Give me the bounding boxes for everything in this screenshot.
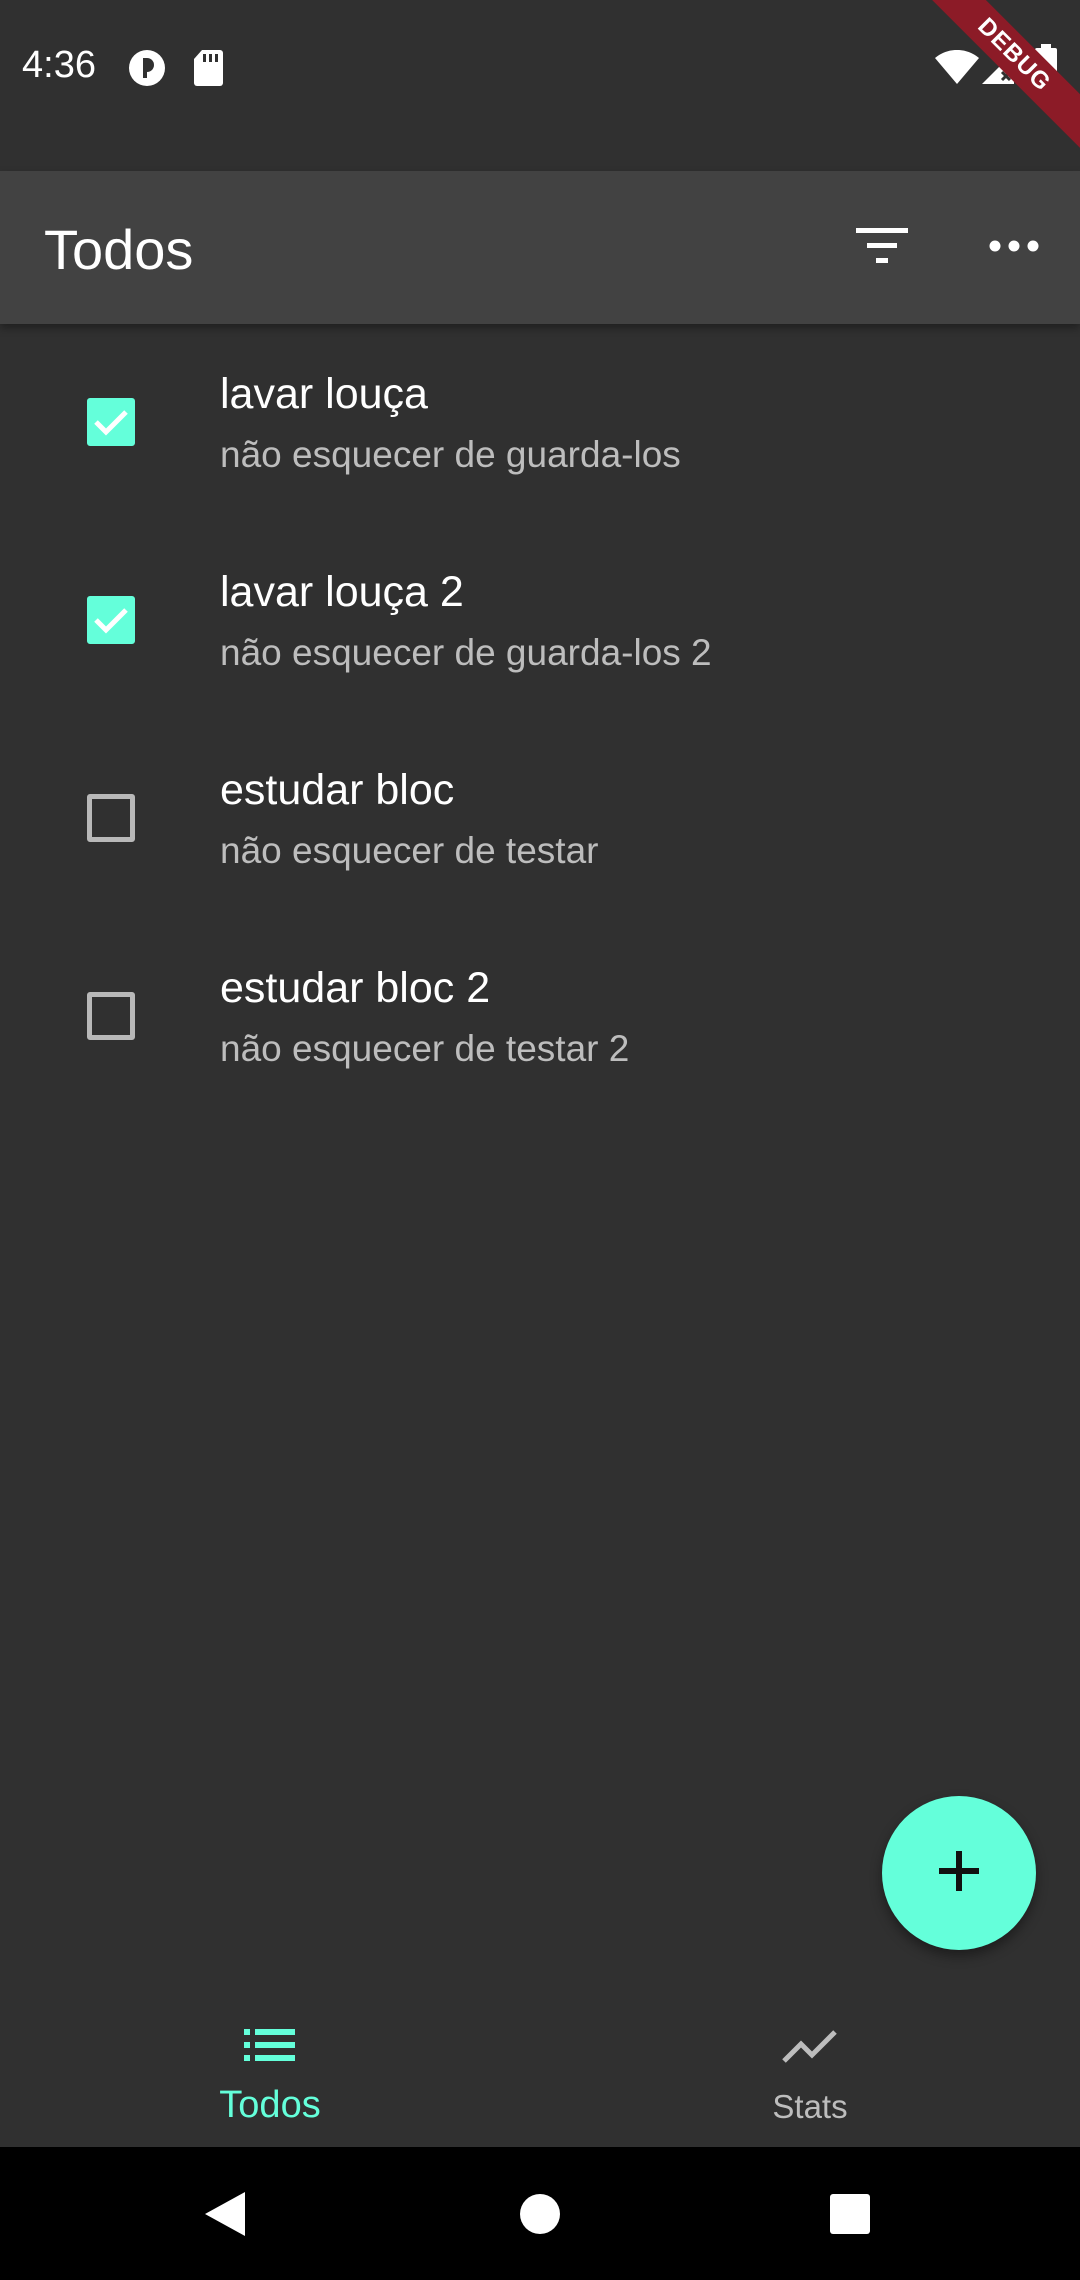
nav-label-todos: Todos xyxy=(219,2084,321,2126)
debug-label: DEBUG xyxy=(920,0,1080,160)
add-todo-button[interactable] xyxy=(882,1796,1036,1950)
todo-list: lavar louça não esquecer de guarda-los l… xyxy=(0,324,1080,1116)
check-icon xyxy=(94,410,128,436)
todo-title: estudar bloc 2 xyxy=(220,964,491,1012)
back-icon xyxy=(205,2191,245,2236)
todo-title: estudar bloc xyxy=(220,766,455,814)
debug-banner: DEBUG xyxy=(920,0,1080,160)
recents-button[interactable] xyxy=(805,2147,895,2280)
page-title: Todos xyxy=(44,218,194,281)
checkbox[interactable] xyxy=(87,794,135,842)
list-item[interactable]: estudar bloc 2 não esquecer de testar 2 xyxy=(0,918,1080,1116)
todo-subtitle: não esquecer de testar xyxy=(220,830,599,871)
list-icon xyxy=(243,2028,297,2067)
list-item[interactable]: estudar bloc não esquecer de testar xyxy=(0,720,1080,918)
nav-item-todos[interactable]: Todos xyxy=(0,1990,540,2147)
home-button[interactable] xyxy=(495,2147,585,2280)
todo-subtitle: não esquecer de testar 2 xyxy=(220,1028,630,1069)
todo-subtitle: não esquecer de guarda-los 2 xyxy=(220,632,712,673)
back-button[interactable] xyxy=(180,2147,270,2280)
todo-title: lavar louça 2 xyxy=(220,568,464,616)
filter-button[interactable] xyxy=(840,206,924,290)
recents-icon xyxy=(830,2193,870,2234)
nav-label-stats: Stats xyxy=(772,2088,848,2125)
nav-item-stats[interactable]: Stats xyxy=(540,1990,1080,2147)
check-icon xyxy=(94,608,128,634)
show-chart-icon xyxy=(782,2028,838,2069)
bottom-navigation: Todos Stats xyxy=(0,1990,1080,2147)
status-time: 4:36 xyxy=(22,44,96,86)
checkbox[interactable] xyxy=(87,992,135,1040)
more-horiz-icon xyxy=(989,239,1039,258)
list-item[interactable]: lavar louça 2 não esquecer de guarda-los… xyxy=(0,522,1080,720)
sync-icon xyxy=(127,48,167,93)
todo-title: lavar louça xyxy=(220,370,428,418)
home-icon xyxy=(520,2193,560,2234)
status-bar: 4:36 DEBUG xyxy=(0,0,1080,171)
checkbox[interactable] xyxy=(87,398,135,446)
sd-card-icon xyxy=(192,48,224,93)
more-options-button[interactable] xyxy=(972,206,1056,290)
add-icon xyxy=(937,1849,981,1898)
todo-subtitle: não esquecer de guarda-los xyxy=(220,434,681,475)
list-item[interactable]: lavar louça não esquecer de guarda-los xyxy=(0,324,1080,522)
checkbox[interactable] xyxy=(87,596,135,644)
app-bar: Todos xyxy=(0,171,1080,324)
system-navigation-bar xyxy=(0,2147,1080,2280)
filter-icon xyxy=(855,226,909,271)
